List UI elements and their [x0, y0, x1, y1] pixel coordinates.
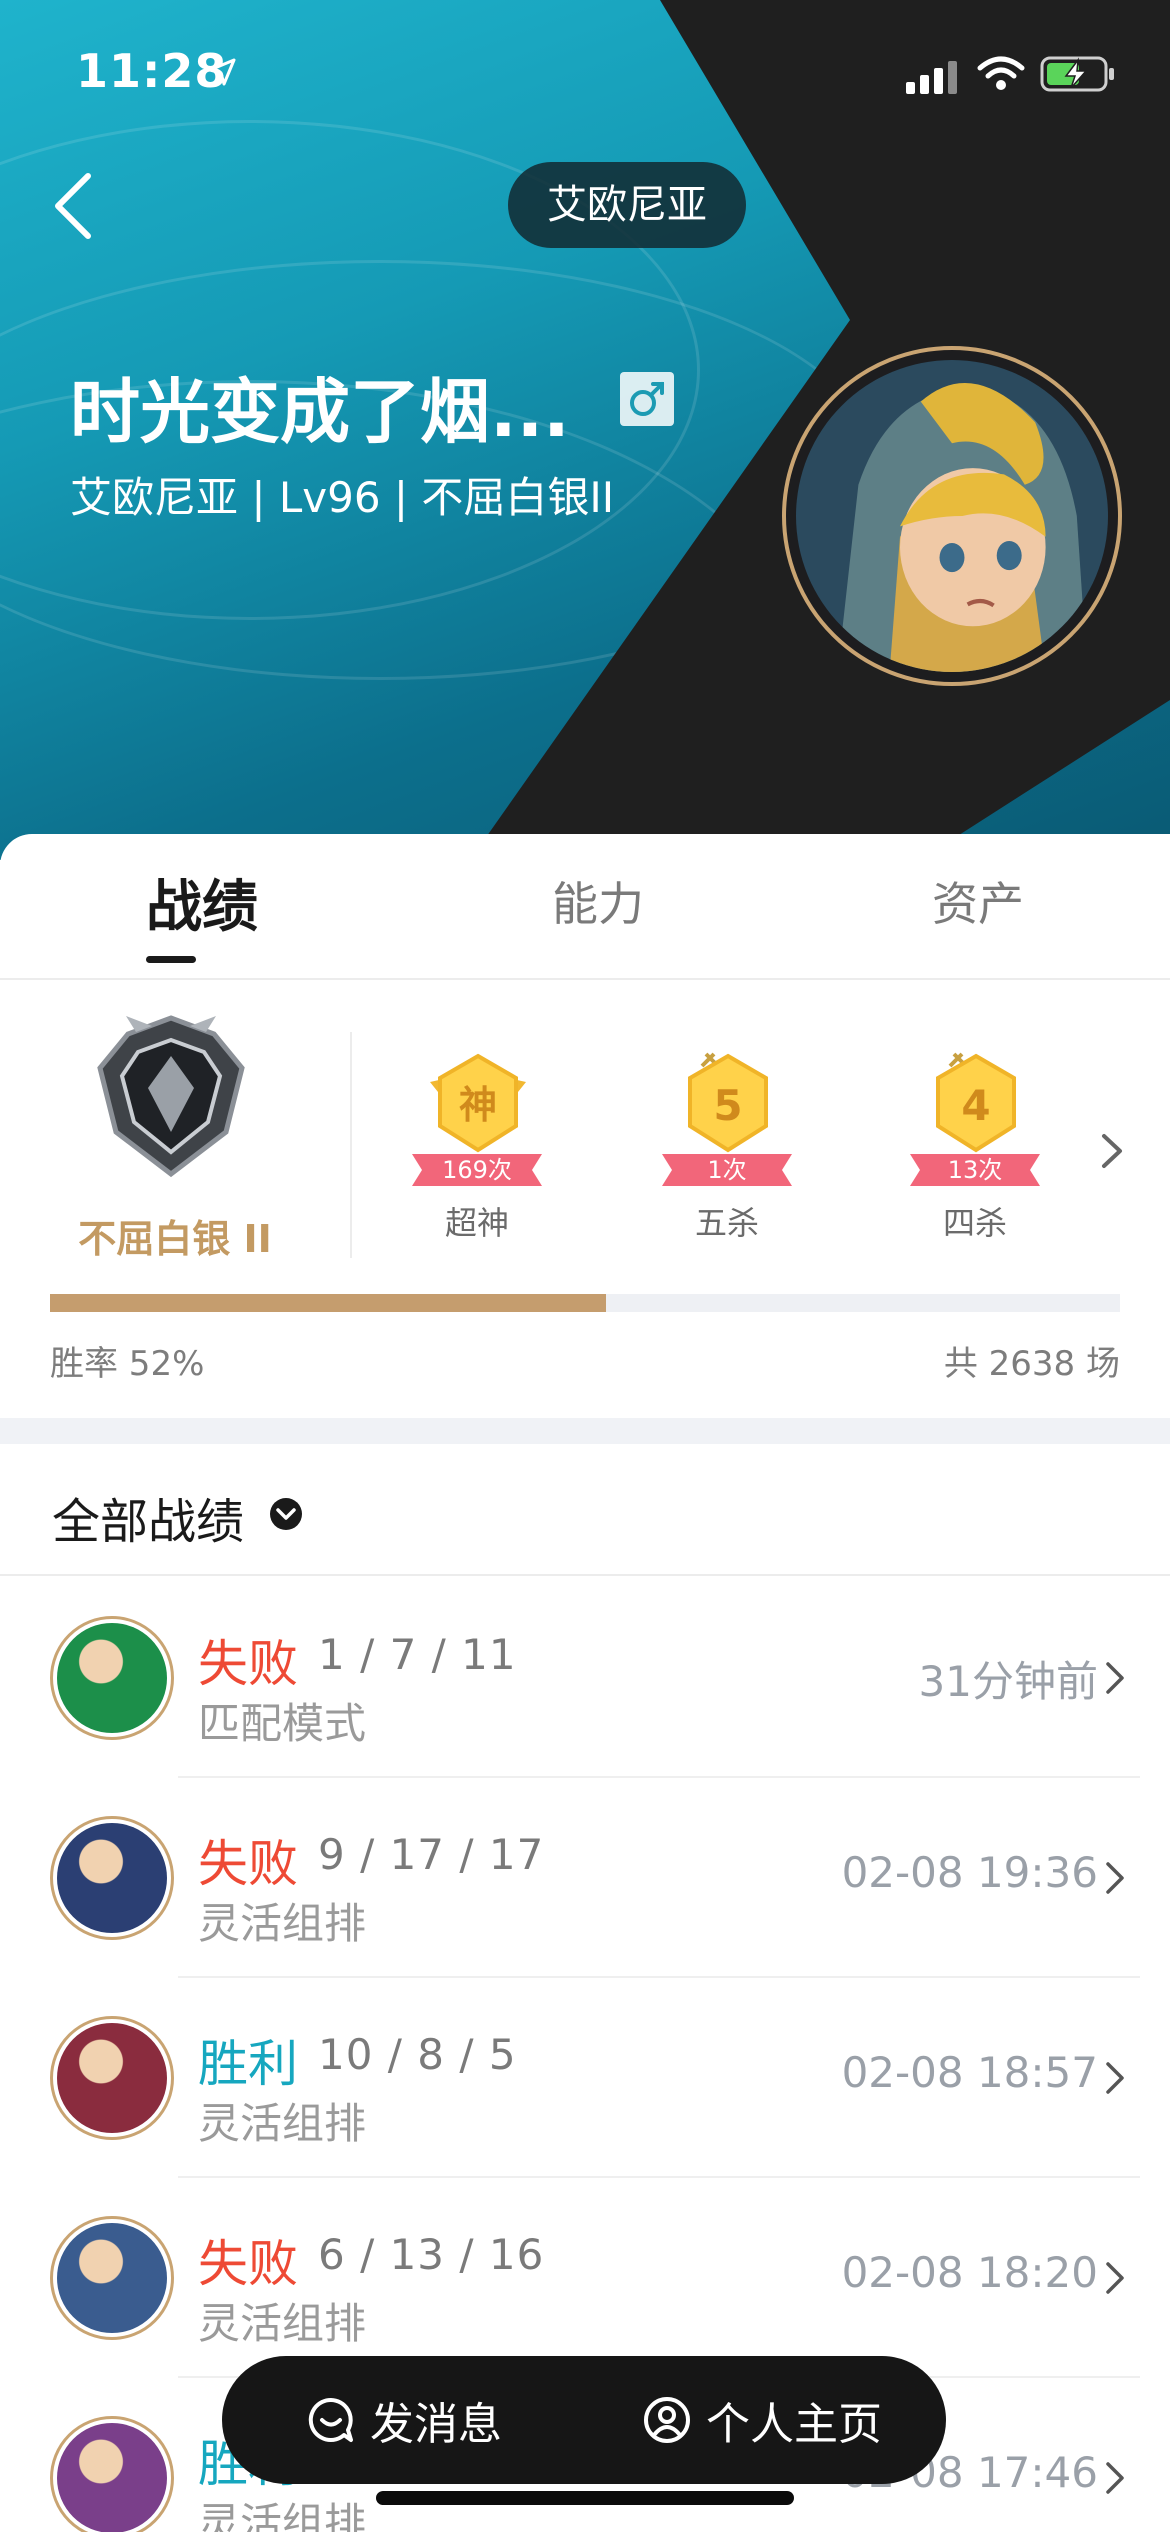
- chevron-right-icon: [1106, 2262, 1124, 2294]
- section-gap: [0, 1418, 1170, 1444]
- chevron-right-icon: [1106, 1862, 1124, 1894]
- legendary-badge-icon: 神: [430, 1053, 526, 1153]
- chat-bubble-icon: [308, 2397, 353, 2442]
- send-message-button[interactable]: 发消息: [306, 2356, 502, 2484]
- chevron-right-icon: [1106, 2462, 1124, 2494]
- chevron-down-circle-icon: [270, 1498, 302, 1530]
- win-rate-bar: [50, 1294, 1120, 1312]
- match-result: 失败: [198, 1835, 298, 1893]
- badge-glyph: 5: [713, 1081, 742, 1130]
- tab-bar: 战绩 能力 资产: [0, 834, 1170, 980]
- record-card: 战绩 能力 资产 不屈白银 II 神 169次 超神 5 1次 五杀 4 13次…: [0, 834, 1170, 2532]
- player-nickname: 时光变成了烟...: [70, 371, 570, 453]
- win-rate-text: 胜率 52%: [50, 1344, 205, 1384]
- pentakill-badge-icon: 5: [688, 1052, 768, 1153]
- badge-count: 13次: [947, 1156, 1003, 1184]
- hero-portrait: [57, 1623, 167, 1733]
- badge-glyph: 神: [459, 1083, 497, 1127]
- match-result: 失败: [198, 2235, 298, 2293]
- badge-legendary[interactable]: 神 169次 超神: [402, 1048, 552, 1248]
- match-row[interactable]: 胜利 10 / 8 / 5 灵活组排 02-08 18:57: [0, 1978, 1170, 2178]
- total-games-text: 共 2638 场: [943, 1344, 1120, 1384]
- badge-count: 1次: [707, 1156, 747, 1184]
- player-subinfo: 艾欧尼亚 | Lv96 | 不屈白银II: [70, 473, 615, 522]
- chevron-right-icon: [1106, 1662, 1124, 1694]
- user-profile-icon: [644, 2397, 690, 2443]
- badge-count: 169次: [442, 1156, 512, 1184]
- match-row[interactable]: 失败 1 / 7 / 11 匹配模式 31分钟前: [0, 1578, 1170, 1778]
- chevron-right-icon: [1106, 2062, 1124, 2094]
- hero-portrait: [57, 2223, 167, 2333]
- profile-home-label: 个人主页: [706, 2399, 882, 2450]
- profile-home-button[interactable]: 个人主页: [642, 2356, 882, 2484]
- match-kda: 6 / 13 / 16: [318, 2230, 545, 2279]
- hero-avatar: [50, 1816, 174, 1940]
- match-time: 02-08 19:36: [841, 1848, 1098, 1897]
- hero-portrait: [57, 2023, 167, 2133]
- rank-summary[interactable]: 不屈白银 II: [50, 1012, 300, 1262]
- wifi-icon: [977, 56, 1025, 90]
- hero-avatar: [50, 2216, 174, 2340]
- status-bar: 11:28: [0, 0, 1170, 140]
- send-message-label: 发消息: [370, 2399, 502, 2450]
- match-result: 胜利: [198, 2035, 298, 2093]
- win-rate-fill: [50, 1294, 607, 1312]
- match-row[interactable]: 失败 9 / 17 / 17 灵活组排 02-08 19:36: [0, 1778, 1170, 1978]
- match-mode: 匹配模式: [198, 1699, 367, 1748]
- back-arrow-icon[interactable]: [44, 166, 104, 246]
- hero-avatar: [50, 2416, 174, 2532]
- battery-charging-icon: [1040, 56, 1114, 92]
- summary-divider: [350, 1032, 352, 1258]
- hero-portrait: [57, 1823, 167, 1933]
- match-time: 02-08 18:57: [841, 2048, 1098, 2097]
- hero-portrait: [57, 2423, 167, 2532]
- badge-caption: 超神: [444, 1204, 509, 1242]
- filter-label: 全部战绩: [52, 1494, 245, 1550]
- match-mode: 灵活组排: [198, 1899, 367, 1948]
- hero-avatar: [50, 1616, 174, 1740]
- match-result: 失败: [198, 1635, 298, 1693]
- male-icon: [620, 372, 674, 426]
- home-indicator: [376, 2491, 794, 2505]
- profile-header: 11:28 艾欧尼亚 时光变成了烟... 艾欧尼亚 | Lv96 | 不屈白银I…: [0, 0, 1170, 860]
- cellular-signal-icon: [906, 61, 957, 94]
- match-kda: 10 / 8 / 5: [318, 2030, 517, 2079]
- hero-avatar: [50, 2016, 174, 2140]
- player-avatar[interactable]: [782, 346, 1122, 686]
- rank-label: 不屈白银 II: [78, 1217, 272, 1261]
- quadrakill-badge-icon: 4: [936, 1052, 1016, 1153]
- badge-quadrakill[interactable]: 4 13次 四杀: [900, 1048, 1050, 1248]
- tab-assets[interactable]: 资产: [932, 868, 1024, 934]
- match-time: 02-08 18:20: [841, 2248, 1098, 2297]
- match-mode: 灵活组排: [198, 2299, 367, 2348]
- badge-pentakill[interactable]: 5 1次 五杀: [652, 1048, 802, 1248]
- badge-caption: 四杀: [942, 1204, 1007, 1242]
- badge-glyph: 4: [961, 1081, 990, 1130]
- match-time: 31分钟前: [918, 1657, 1098, 1706]
- active-tab-indicator: [146, 956, 196, 963]
- match-mode: 灵活组排: [198, 2499, 367, 2532]
- floating-action-bar: 发消息 个人主页: [222, 2356, 946, 2484]
- tab-ability[interactable]: 能力: [552, 868, 644, 934]
- chevron-right-icon[interactable]: [1092, 1126, 1132, 1176]
- avatar-portrait: [796, 360, 1108, 672]
- match-row[interactable]: 失败 6 / 13 / 16 灵活组排 02-08 18:20: [0, 2178, 1170, 2378]
- match-kda: 1 / 7 / 11: [318, 1630, 517, 1679]
- record-filter[interactable]: 全部战绩: [0, 1444, 1170, 1576]
- match-mode: 灵活组排: [198, 2099, 367, 2148]
- silver-rank-emblem-icon: [97, 1015, 245, 1178]
- tab-record[interactable]: 战绩: [146, 862, 258, 943]
- location-arrow-icon: [208, 58, 236, 86]
- match-kda: 9 / 17 / 17: [318, 1830, 545, 1879]
- badge-caption: 五杀: [694, 1204, 759, 1242]
- status-time: 11:28: [76, 44, 228, 98]
- region-pill[interactable]: 艾欧尼亚: [508, 162, 746, 248]
